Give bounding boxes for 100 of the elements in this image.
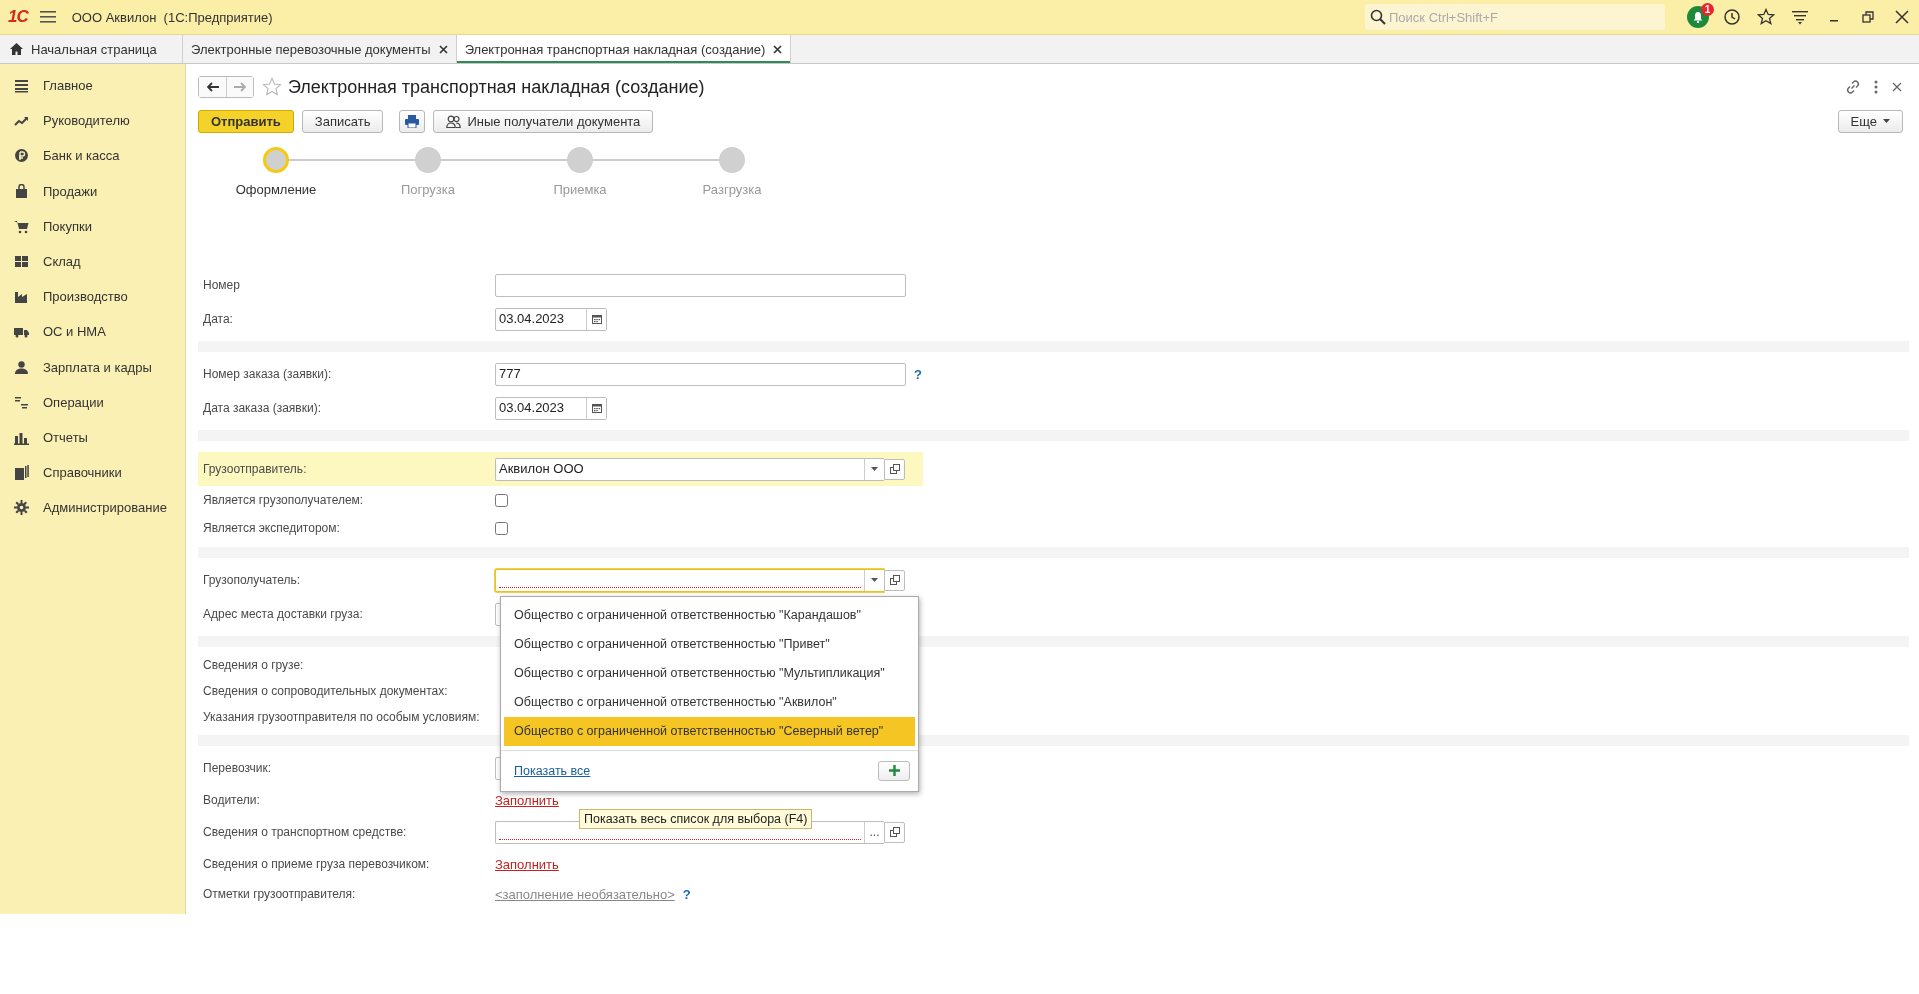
open-button[interactable] [884, 569, 905, 591]
calendar-button[interactable] [586, 308, 606, 330]
person-icon [14, 359, 29, 375]
show-all-link[interactable]: Показать все [514, 763, 591, 778]
close-icon[interactable] [1893, 8, 1911, 26]
back-arrow-icon [206, 82, 219, 92]
sidebar-item[interactable]: Склад [0, 243, 185, 280]
ruble-icon [14, 148, 29, 164]
list-item[interactable]: Общество с ограниченной ответственностью "Привет" [504, 629, 915, 659]
recipients-button[interactable]: Иные получатели документа [433, 109, 654, 133]
history-icon[interactable] [1723, 8, 1741, 26]
open-icon [889, 575, 900, 585]
choice-field[interactable] [495, 568, 884, 592]
calendar-button[interactable] [586, 397, 606, 419]
step-marker[interactable] [719, 147, 745, 173]
choice-field[interactable]: Аквилон ООО [495, 457, 884, 481]
field-label: Отметки грузоотправителя: [203, 887, 357, 901]
field-label: Грузополучатель: [203, 573, 302, 587]
help-icon[interactable]: ? [914, 366, 922, 382]
bell-icon [1692, 11, 1704, 23]
date-field[interactable]: 03.04.2023 [495, 396, 607, 420]
more-button[interactable]: Еще [1837, 109, 1903, 133]
checkbox[interactable] [495, 521, 508, 535]
filter-menu-icon[interactable] [1791, 8, 1809, 26]
field-label: Дата заказа (заявки): [203, 401, 322, 415]
star-icon[interactable] [262, 77, 282, 97]
field-label: Водители: [203, 793, 261, 807]
checkbox[interactable] [495, 493, 508, 507]
link-icon[interactable] [1845, 79, 1861, 95]
sidebar-item[interactable]: Производство [0, 279, 185, 315]
field-label: Является экспедитором: [203, 521, 341, 535]
search-field[interactable]: Поиск Ctrl+Shift+F [1365, 4, 1665, 30]
link[interactable]: Заполнить [495, 792, 559, 808]
open-icon [889, 464, 900, 474]
field-label: Дата: [203, 312, 234, 326]
notification-badge: 1 [1701, 3, 1714, 16]
sidebar-item[interactable]: Операции [0, 384, 185, 420]
sidebar-item[interactable]: Руководителю [0, 103, 185, 139]
field-label: Сведения о транспортном средстве: [203, 825, 408, 839]
step-label: Оформление [235, 182, 317, 197]
step-marker[interactable] [567, 147, 593, 173]
send-button[interactable]: Отправить [198, 109, 294, 133]
sidebar-item[interactable]: Справочники [0, 455, 185, 491]
calendar-icon [591, 403, 602, 413]
sidebar-item[interactable]: Покупки [0, 208, 185, 244]
field-label: Указания грузоотправителя по особым условиям: [203, 710, 481, 724]
tab[interactable]: Электронная транспортная накладная (создание) [456, 35, 792, 63]
restore-icon[interactable] [1859, 8, 1877, 26]
list-item[interactable]: Общество с ограниченной ответственностью "Северный ветер" [504, 716, 915, 746]
caret-icon [871, 578, 878, 582]
gear-icon [14, 500, 29, 516]
help-icon[interactable]: ? [682, 886, 691, 902]
sidebar-item[interactable]: Продажи [0, 173, 185, 209]
tab[interactable]: Начальная страница [0, 35, 183, 63]
sidebar-item[interactable]: Зарплата и кадры [0, 349, 185, 385]
close-icon[interactable] [773, 44, 783, 54]
sidebar-item[interactable]: ОС и НМА [0, 314, 185, 350]
add-button[interactable] [878, 760, 910, 781]
date-field[interactable]: 03.04.2023 [495, 307, 607, 331]
grid-icon [14, 254, 29, 270]
back-button[interactable] [199, 77, 226, 97]
link[interactable]: <заполнение необязательно> [495, 886, 675, 902]
link[interactable]: Заполнить [495, 856, 559, 872]
open-icon [889, 827, 900, 837]
printer-icon [405, 114, 420, 128]
list-item[interactable]: Общество с ограниченной ответственностью "Карандашов" [504, 600, 915, 630]
sidebar-item[interactable]: Отчеты [0, 419, 185, 456]
plus-icon [888, 765, 900, 776]
text-field[interactable]: 777 [495, 362, 906, 386]
open-button[interactable] [884, 821, 905, 843]
app-logo: 1С [8, 7, 28, 27]
list-item[interactable]: Общество с ограниченной ответственностью "Аквилон" [504, 687, 915, 717]
tab[interactable]: Электронные перевозочные документы [183, 35, 457, 63]
cart-icon [14, 218, 29, 234]
more-icon[interactable] [1873, 79, 1879, 95]
list-item[interactable]: Общество с ограниченной ответственностью "Мультипликация" [504, 658, 915, 688]
notifications-button[interactable] [1687, 6, 1709, 28]
field-label: Является грузополучателем: [203, 493, 365, 507]
caret-icon [871, 467, 878, 471]
search-icon [1370, 9, 1386, 25]
caret-icon [1883, 119, 1890, 123]
step-marker[interactable] [415, 147, 441, 173]
sidebar-item[interactable]: Банк и касса [0, 138, 185, 174]
field-label: Сведения о сопроводительных документах: [203, 684, 449, 698]
step-marker[interactable] [263, 147, 289, 173]
open-button[interactable] [884, 458, 905, 480]
step-label: Приемка [553, 182, 607, 197]
star-icon[interactable] [1757, 8, 1775, 26]
close-icon[interactable] [438, 44, 448, 54]
field-label: Сведения о грузе: [203, 658, 305, 672]
save-button[interactable]: Записать [301, 109, 384, 133]
sidebar-item[interactable]: Администрирование [0, 490, 185, 526]
menu-icon[interactable] [39, 11, 56, 23]
forward-arrow-icon [234, 82, 246, 92]
field-label: Номер заказа (заявки): [203, 367, 333, 381]
sidebar-item[interactable]: Главное [0, 68, 185, 104]
bag-icon [14, 183, 29, 199]
text-field[interactable] [495, 273, 906, 297]
close-icon[interactable] [1891, 81, 1903, 93]
print-button[interactable] [399, 109, 426, 133]
